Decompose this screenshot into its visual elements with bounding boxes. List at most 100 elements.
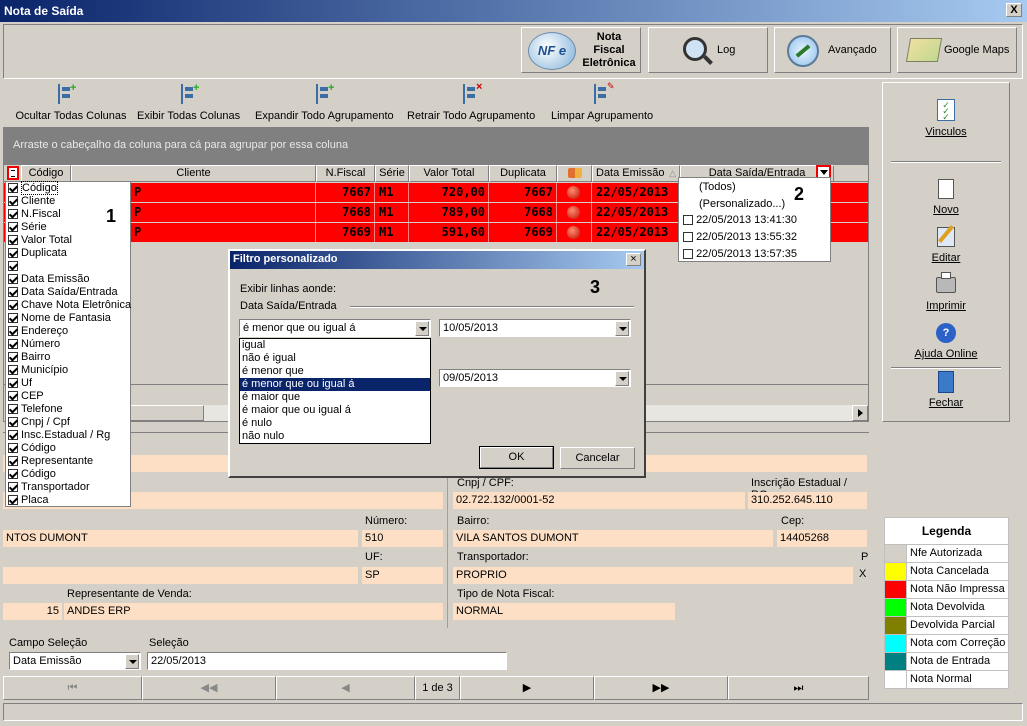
column-checkbox[interactable] xyxy=(8,300,18,311)
column-checkbox[interactable] xyxy=(8,274,18,285)
filter-date-row[interactable]: 22/05/2013 13:41:30 xyxy=(683,214,797,226)
column-checkbox[interactable] xyxy=(8,352,18,363)
cancel-button[interactable]: Cancelar xyxy=(560,447,635,469)
column-checkbox[interactable] xyxy=(8,417,18,428)
numero-field[interactable]: 510 xyxy=(362,530,443,547)
operator-option[interactable]: não é igual xyxy=(240,352,430,365)
filter-option-personalizado[interactable]: (Personalizado...) xyxy=(699,198,785,210)
expand-group-button[interactable]: + Expandir Todo Agrupamento xyxy=(255,82,395,124)
operator-option[interactable]: é nulo xyxy=(240,417,430,430)
column-checkbox[interactable] xyxy=(8,326,18,337)
column-chooser-item[interactable]: Valor Total xyxy=(6,234,130,247)
fechar-button[interactable]: Fechar xyxy=(883,371,1009,415)
log-button[interactable]: Log xyxy=(648,27,768,73)
column-chooser-item[interactable]: Endereço xyxy=(6,325,130,338)
col-valor-total[interactable]: Valor Total xyxy=(409,165,489,182)
column-checkbox[interactable] xyxy=(8,430,18,441)
column-chooser-item[interactable]: Município xyxy=(6,364,130,377)
filter-checkbox[interactable] xyxy=(683,215,693,226)
col-status[interactable] xyxy=(557,165,592,182)
imprimir-button[interactable]: Imprimir xyxy=(883,272,1009,319)
column-chooser-item[interactable]: Código xyxy=(6,468,130,481)
filter-option-todos[interactable]: (Todos) xyxy=(699,181,736,193)
ie-field[interactable]: 310.252.645.110 xyxy=(748,492,867,509)
rep-name-field[interactable]: ANDES ERP xyxy=(64,603,443,620)
google-maps-button[interactable]: Google Maps xyxy=(897,27,1017,73)
editar-button[interactable]: Editar xyxy=(883,225,1009,271)
column-chooser-item[interactable]: Placa xyxy=(6,494,130,507)
column-chooser-item[interactable]: Número xyxy=(6,338,130,351)
column-checkbox[interactable] xyxy=(8,196,18,207)
endereco-field[interactable]: NTOS DUMONT xyxy=(3,530,358,547)
avancado-button[interactable]: Avançado xyxy=(774,27,891,73)
cnpj-field[interactable]: 02.722.132/0001-52 xyxy=(453,492,745,509)
nav-prev-page-button[interactable]: ◀◀ xyxy=(142,676,276,700)
vinculos-button[interactable]: ✓ ✓ ✓ Vinculos xyxy=(883,99,1009,149)
nav-first-button[interactable]: ⏮ xyxy=(3,676,142,700)
nav-last-button[interactable]: ⏭ xyxy=(728,676,869,700)
column-checkbox[interactable] xyxy=(8,222,18,233)
ok-button[interactable]: OK xyxy=(479,446,554,469)
column-checkbox[interactable] xyxy=(8,261,18,272)
operator-option[interactable]: é menor que ou igual á xyxy=(240,378,430,391)
column-chooser-item[interactable]: Data Saída/Entrada xyxy=(6,286,130,299)
column-chooser-item[interactable]: Insc.Estadual / Rg xyxy=(6,429,130,442)
column-checkbox[interactable] xyxy=(8,287,18,298)
nav-next-button[interactable]: ▶ xyxy=(460,676,594,700)
column-chooser-item[interactable] xyxy=(6,260,130,273)
operator-option[interactable]: não nulo xyxy=(240,430,430,443)
column-checkbox[interactable] xyxy=(8,391,18,402)
col-duplicata[interactable]: Duplicata xyxy=(489,165,557,182)
close-button[interactable]: X xyxy=(1006,3,1022,17)
column-checkbox[interactable] xyxy=(8,378,18,389)
value2-select[interactable]: 09/05/2013 xyxy=(439,369,631,387)
filter-date-row[interactable]: 22/05/2013 13:57:35 xyxy=(683,248,797,260)
col-serie[interactable]: Série xyxy=(375,165,409,182)
municipio-field[interactable] xyxy=(3,567,358,584)
hide-columns-button[interactable]: + Ocultar Todas Colunas xyxy=(11,82,126,124)
operator-option[interactable]: é maior que ou igual á xyxy=(240,404,430,417)
column-chooser-item[interactable]: Bairro xyxy=(6,351,130,364)
ajuda-online-button[interactable]: ? Ajuda Online xyxy=(883,323,1009,367)
column-chooser-item[interactable]: Código xyxy=(6,181,130,195)
col-cliente[interactable]: Cliente xyxy=(71,165,316,182)
column-checkbox[interactable] xyxy=(8,339,18,350)
column-checkbox[interactable] xyxy=(8,404,18,415)
scroll-right-button[interactable] xyxy=(852,405,868,421)
group-panel[interactable]: Arraste o cabeçalho da coluna para cá pa… xyxy=(3,127,869,164)
scroll-thumb[interactable] xyxy=(124,405,204,421)
filter-checkbox[interactable] xyxy=(683,232,693,243)
column-checkbox[interactable] xyxy=(8,313,18,324)
selecao-input[interactable]: 22/05/2013 xyxy=(147,652,507,670)
filter-checkbox[interactable] xyxy=(683,249,693,260)
column-checkbox[interactable] xyxy=(8,235,18,246)
show-columns-button[interactable]: + Exibir Todas Colunas xyxy=(135,82,245,124)
column-chooser-item[interactable]: Cnpj / Cpf xyxy=(6,416,130,429)
column-chooser-item[interactable]: Duplicata xyxy=(6,247,130,260)
rep-code-field[interactable]: 15 xyxy=(3,603,62,620)
column-checkbox[interactable] xyxy=(8,456,18,467)
clear-group-button[interactable]: ✎ Limpar Agrupamento xyxy=(551,81,655,124)
column-checkbox[interactable] xyxy=(8,495,18,506)
column-checkbox[interactable] xyxy=(8,365,18,376)
nav-next-page-button[interactable]: ▶▶ xyxy=(594,676,728,700)
column-chooser-item[interactable]: Uf xyxy=(6,377,130,390)
nfe-button[interactable]: NF e Nota Fiscal Eletrônica xyxy=(521,27,641,73)
campo-selecao-select[interactable]: Data Emissão xyxy=(9,652,141,670)
col-nfiscal[interactable]: N.Fiscal xyxy=(316,165,375,182)
column-checkbox[interactable] xyxy=(8,482,18,493)
column-chooser-item[interactable]: Transportador xyxy=(6,481,130,494)
bairro-field[interactable]: VILA SANTOS DUMONT xyxy=(453,530,773,547)
value1-select[interactable]: 10/05/2013 xyxy=(439,319,631,337)
col-data-emissao[interactable]: Data Emissão △ xyxy=(592,165,680,182)
filter-date-row[interactable]: 22/05/2013 13:55:32 xyxy=(683,231,797,243)
operator1-select[interactable]: é menor que ou igual á xyxy=(239,319,431,337)
column-chooser-item[interactable]: Representante xyxy=(6,455,130,468)
column-checkbox[interactable] xyxy=(8,248,18,259)
operator-option[interactable]: é maior que xyxy=(240,391,430,404)
column-chooser-item[interactable]: Telefone xyxy=(6,403,130,416)
column-checkbox[interactable] xyxy=(8,469,18,480)
col-codigo[interactable]: Código xyxy=(21,165,71,182)
column-chooser-item[interactable]: Data Emissão xyxy=(6,273,130,286)
cep-field[interactable]: 14405268 xyxy=(777,530,867,547)
